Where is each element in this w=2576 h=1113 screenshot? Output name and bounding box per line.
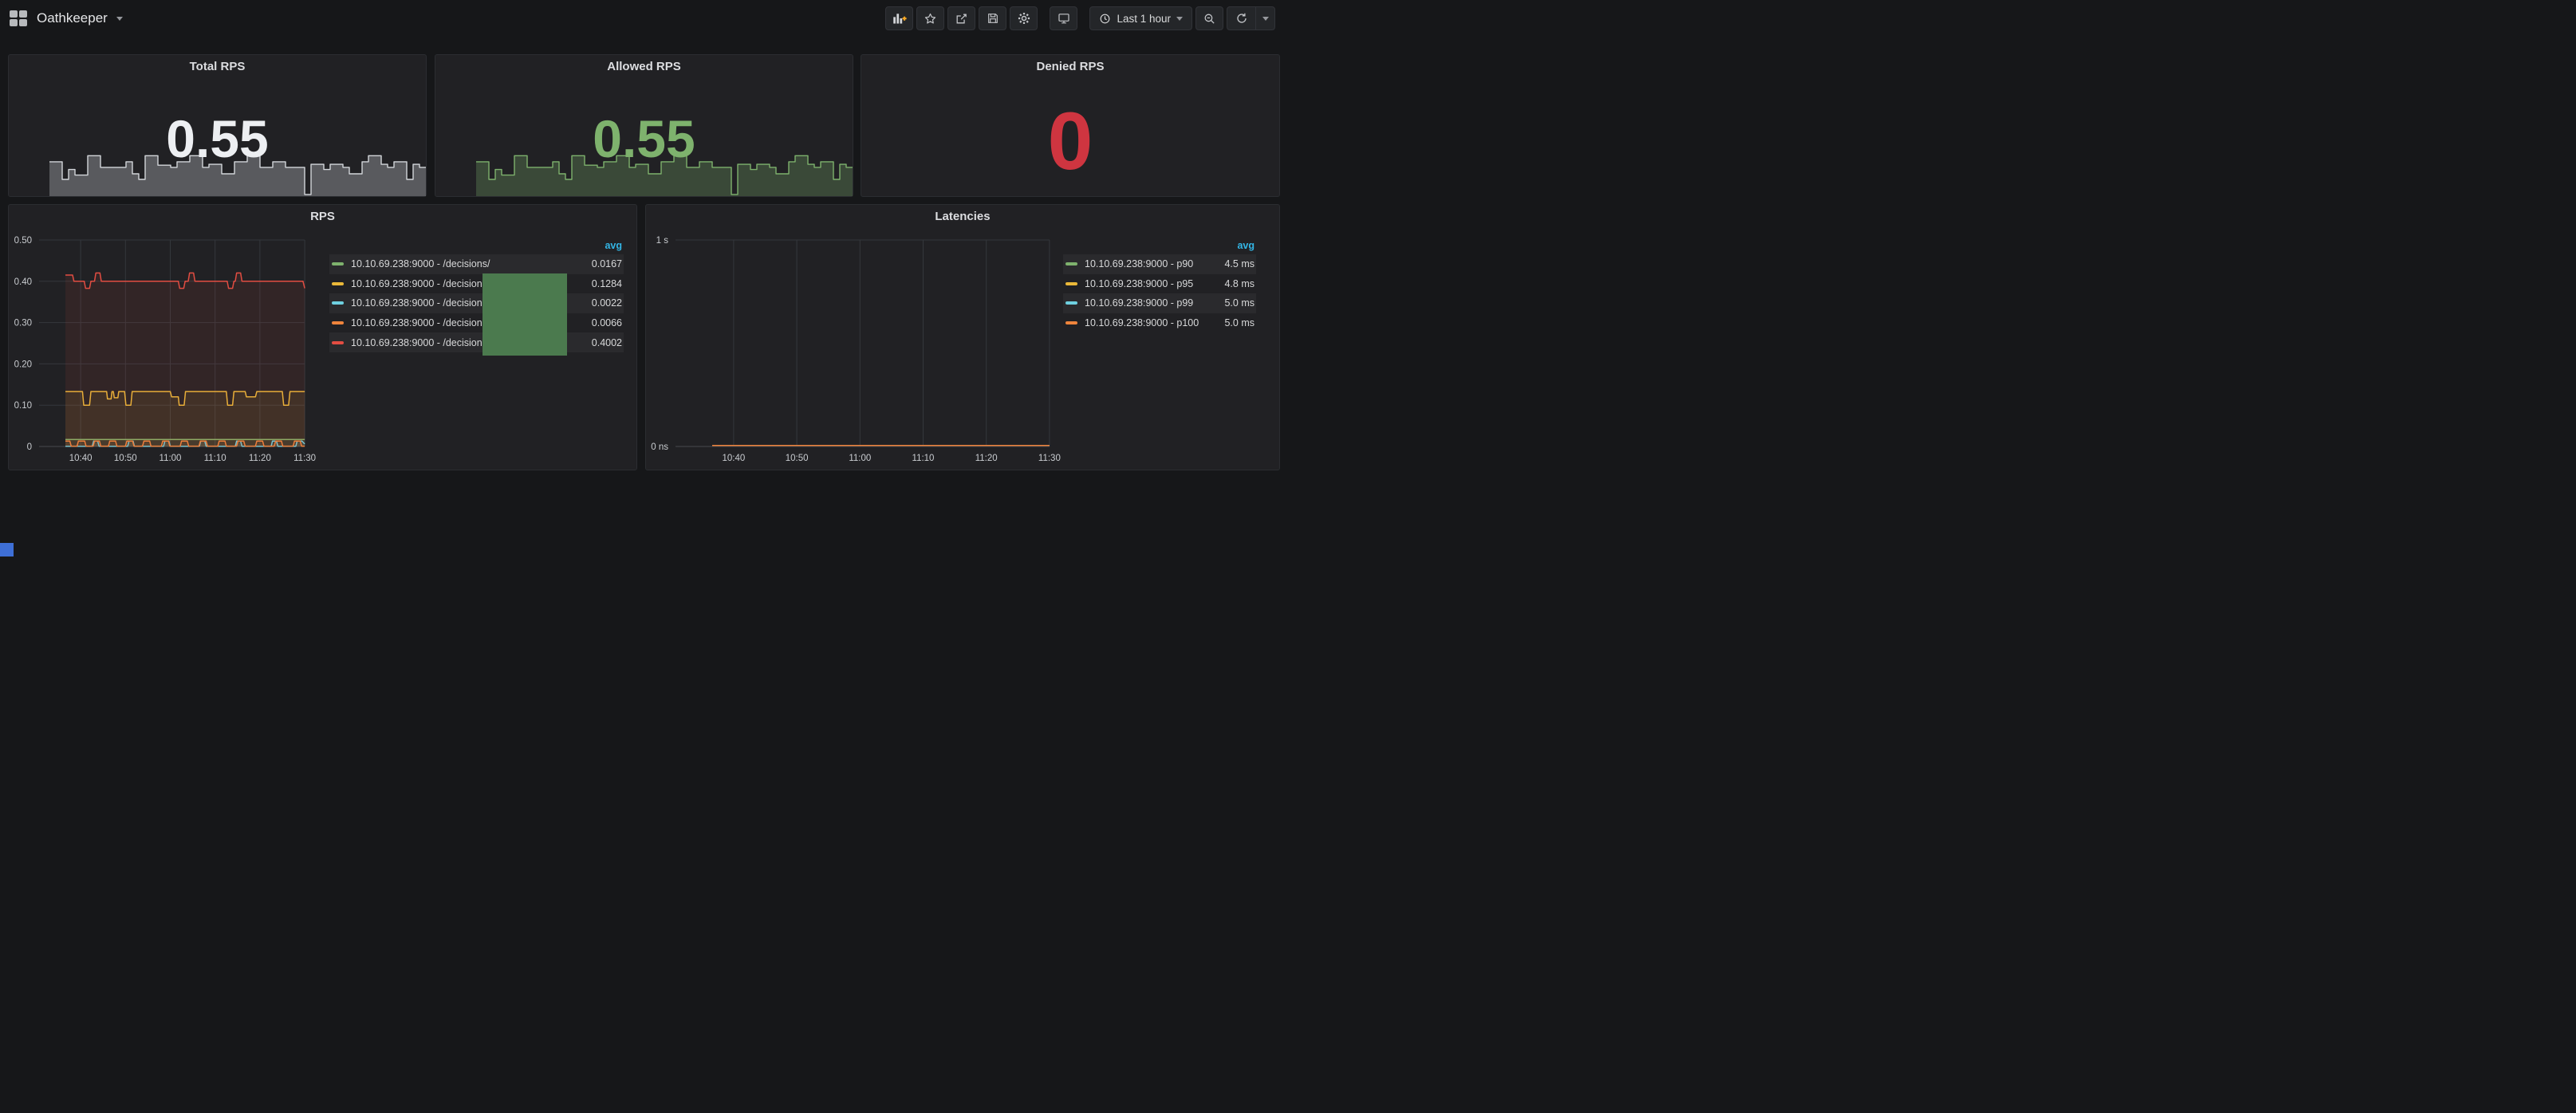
panel-title[interactable]: Denied RPS — [861, 60, 1279, 73]
refresh-caret-icon — [1262, 17, 1269, 21]
panel-rps-chart: RPS 10:40 10:50 11:00 11:10 11:20 11:30 0.50 0.… — [8, 204, 637, 470]
settings-button[interactable] — [1010, 6, 1038, 30]
series-color-swatch[interactable] — [332, 282, 344, 285]
bottom-left-blue-square — [0, 543, 14, 556]
legend-row[interactable]: 10.10.69.238:9000 - p95 4.8 ms — [1063, 274, 1256, 294]
star-icon — [924, 12, 937, 26]
series-color-swatch[interactable] — [332, 301, 344, 305]
y-axis-tick-label: 0.40 — [14, 277, 32, 287]
series-avg-value: 0.0066 — [592, 317, 622, 328]
series-color-swatch[interactable] — [1065, 282, 1077, 285]
y-axis-tick-label: 0.50 — [14, 236, 32, 246]
latencies-legend: avg10.10.69.238:9000 - p904.5 ms10.10.69… — [1063, 240, 1256, 332]
time-range-label: Last 1 hour — [1117, 13, 1171, 25]
series-color-swatch[interactable] — [1065, 262, 1077, 265]
panel-denied-rps: Denied RPS 0 — [861, 54, 1280, 197]
stat-value: 0.55 — [435, 112, 853, 165]
legend-redaction-box — [483, 273, 567, 356]
x-axis-tick-label: 11:20 — [249, 454, 271, 463]
series-color-swatch[interactable] — [332, 262, 344, 265]
panel-allowed-rps: Allowed RPS 0.55 — [435, 54, 853, 197]
refresh-icon — [1235, 12, 1248, 25]
series-avg-value: 0.0022 — [592, 297, 622, 309]
y-axis-tick-label: 0.20 — [14, 360, 32, 369]
series-avg-value: 4.5 ms — [1224, 258, 1255, 269]
dashboard-title[interactable]: Oathkeeper — [37, 10, 108, 26]
series-color-swatch[interactable] — [1065, 301, 1077, 305]
series-name[interactable]: 10.10.69.238:9000 - p95 — [1085, 278, 1218, 289]
legend-row[interactable]: 10.10.69.238:9000 - /decisions/0.0022 — [329, 293, 624, 313]
legend-row[interactable]: 10.10.69.238:9000 - /decisions/0.1284 — [329, 274, 624, 294]
refresh-button[interactable] — [1227, 6, 1275, 30]
panel-total-rps: Total RPS 0.55 — [8, 54, 427, 197]
x-axis-tick-label: 10:50 — [786, 454, 809, 463]
series-avg-value: 0.0167 — [592, 258, 622, 269]
legend-row[interactable]: 10.10.69.238:9000 - /decisions/0.0066 — [329, 313, 624, 333]
x-axis-tick-label: 11:30 — [1038, 454, 1061, 463]
series-color-swatch[interactable] — [1065, 321, 1077, 324]
title-caret-icon[interactable] — [116, 17, 123, 21]
x-axis-tick-label: 10:50 — [114, 454, 137, 463]
navbar: Oathkeeper — [0, 0, 1288, 37]
series-name[interactable]: 10.10.69.238:9000 - p100 — [1085, 317, 1218, 328]
panel-title[interactable]: Latencies — [646, 210, 1279, 223]
panel-title[interactable]: RPS — [9, 210, 636, 223]
y-axis-tick-label: 0.10 — [14, 401, 32, 411]
x-axis-tick-label: 11:00 — [160, 454, 182, 463]
zoom-out-button[interactable] — [1195, 6, 1223, 30]
panel-title[interactable]: Allowed RPS — [435, 60, 853, 73]
rps-legend: avg10.10.69.238:9000 - /decisions/0.0167… — [329, 240, 624, 352]
y-axis-tick-label: 0 — [27, 442, 32, 452]
gear-icon — [1017, 11, 1031, 26]
x-axis-tick-label: 11:20 — [975, 454, 998, 463]
y-axis-tick-label: 1 s — [656, 236, 669, 246]
grafana-dashboard: Oathkeeper — [0, 0, 1288, 556]
dashboard-grid-icon[interactable] — [10, 10, 28, 27]
x-axis-tick-label: 10:40 — [69, 454, 93, 463]
y-axis-tick-label: 0.30 — [14, 319, 32, 328]
share-button[interactable] — [947, 6, 975, 30]
series-avg-value: 4.8 ms — [1224, 278, 1255, 289]
series-avg-value: 0.1284 — [592, 278, 622, 289]
legend-row[interactable]: 10.10.69.238:9000 - p90 4.5 ms — [1063, 254, 1256, 274]
save-icon — [987, 12, 999, 25]
zoom-out-icon — [1203, 12, 1216, 26]
y-axis-tick-label: 0 ns — [651, 442, 668, 452]
time-range-caret-icon — [1176, 17, 1183, 21]
series-avg-value: 0.4002 — [592, 337, 622, 348]
monitor-icon — [1057, 12, 1071, 26]
legend-row[interactable]: 10.10.69.238:9000 - p100 5.0 ms — [1063, 313, 1256, 333]
legend-avg-header[interactable]: avg — [329, 240, 624, 254]
legend-row[interactable]: 10.10.69.238:9000 - /decisions/0.4002 — [329, 332, 624, 352]
add-panel-icon — [892, 11, 908, 26]
series-color-swatch[interactable] — [332, 341, 344, 344]
series-name[interactable]: 10.10.69.238:9000 - p99 — [1085, 297, 1218, 309]
series-color-swatch[interactable] — [332, 321, 344, 324]
legend-avg-header[interactable]: avg — [1063, 240, 1256, 254]
add-panel-button[interactable] — [885, 6, 913, 30]
series-avg-value: 5.0 ms — [1224, 317, 1255, 328]
stat-value: 0 — [861, 100, 1279, 182]
x-axis-tick-label: 11:10 — [204, 454, 226, 463]
panel-latencies-chart: Latencies 10:40 10:50 11:00 11:10 11:20 11:30… — [645, 204, 1280, 470]
panel-title[interactable]: Total RPS — [9, 60, 426, 73]
refresh-interval-dropdown[interactable] — [1255, 7, 1274, 29]
cycle-view-mode-button[interactable] — [1050, 6, 1077, 30]
x-axis-tick-label: 10:40 — [723, 454, 746, 463]
share-icon — [955, 12, 968, 26]
time-range-picker[interactable]: Last 1 hour — [1089, 6, 1192, 30]
stat-value: 0.55 — [9, 112, 426, 165]
x-axis-tick-label: 11:30 — [293, 454, 316, 463]
series-name[interactable]: 10.10.69.238:9000 - /decisions/ — [351, 258, 585, 269]
legend-row[interactable]: 10.10.69.238:9000 - /decisions/0.0167 — [329, 254, 624, 274]
series-name[interactable]: 10.10.69.238:9000 - p90 — [1085, 258, 1218, 269]
x-axis-tick-label: 11:10 — [912, 454, 935, 463]
star-button[interactable] — [916, 6, 944, 30]
series-avg-value: 5.0 ms — [1224, 297, 1255, 309]
legend-row[interactable]: 10.10.69.238:9000 - p99 5.0 ms — [1063, 293, 1256, 313]
save-button[interactable] — [979, 6, 1006, 30]
x-axis-tick-label: 11:00 — [849, 454, 871, 463]
clock-icon — [1099, 13, 1111, 25]
